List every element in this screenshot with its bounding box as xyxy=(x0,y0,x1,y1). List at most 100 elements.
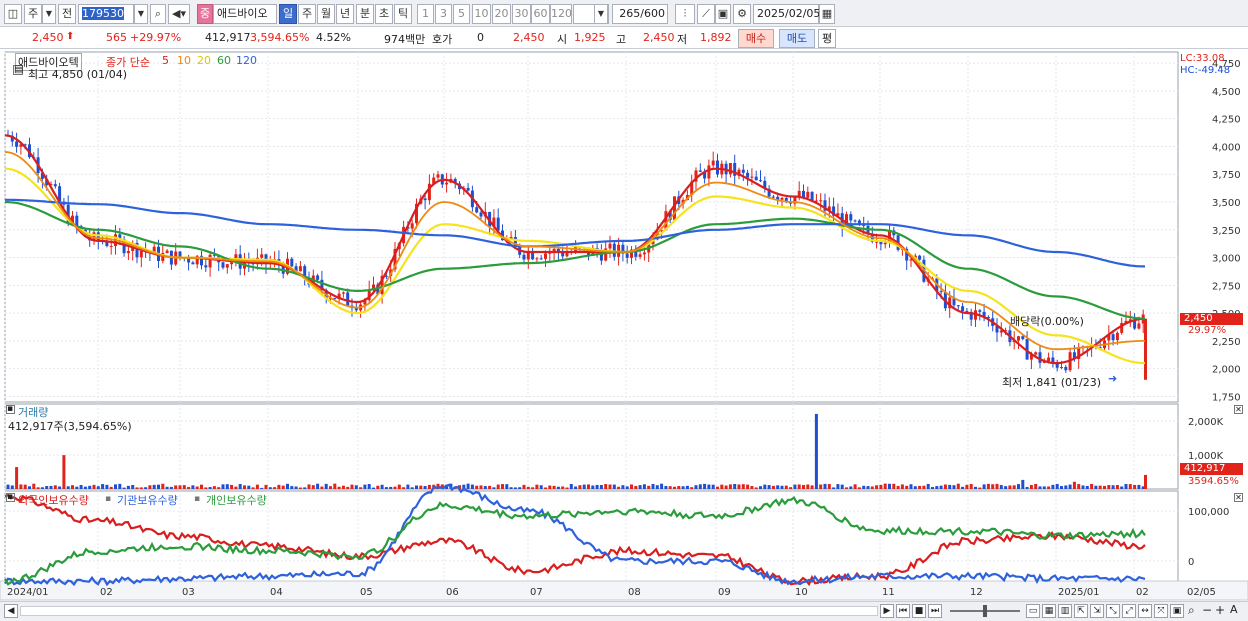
low-label: 저 xyxy=(677,33,688,46)
line-tool-icon[interactable]: ⟋ xyxy=(697,4,715,24)
ma-10-label: 10 xyxy=(177,54,191,67)
holdings-panel-icon[interactable]: ▪ xyxy=(6,493,15,502)
tool-icon-1[interactable]: ▭ xyxy=(1026,604,1040,618)
font-icon[interactable]: A xyxy=(1230,603,1238,616)
amount-value: 974백만 xyxy=(384,33,426,46)
chevron-down-icon[interactable]: ▼ xyxy=(42,4,56,24)
interval-20[interactable]: 20 xyxy=(492,4,511,24)
volume-bar xyxy=(905,485,909,489)
tool-icon-5[interactable]: ⇲ xyxy=(1090,604,1104,618)
date-input[interactable]: 2025/02/05 xyxy=(753,4,820,24)
volume-bar xyxy=(479,485,483,489)
tool-icon-4[interactable]: ⇱ xyxy=(1074,604,1088,618)
candle-body xyxy=(1021,336,1025,340)
holdings-close-icon[interactable]: ✕ xyxy=(1234,493,1243,502)
volume-bar xyxy=(238,484,242,489)
interval-30[interactable]: 30 xyxy=(512,4,531,24)
interval-120[interactable]: 120 xyxy=(550,4,572,24)
buy-button[interactable]: 매수 xyxy=(738,29,774,48)
volume-bar xyxy=(961,486,965,489)
volume-bar xyxy=(599,484,603,489)
period-second[interactable]: 초 xyxy=(375,4,393,24)
forward-icon[interactable]: ⏭ xyxy=(928,604,942,618)
sell-button[interactable]: 매도 xyxy=(779,29,815,48)
volume-panel-icon[interactable]: ▪ xyxy=(6,405,15,414)
volume-bar xyxy=(991,484,995,489)
candle-body xyxy=(939,291,943,293)
period-week[interactable]: 주 xyxy=(298,4,316,24)
candle-body xyxy=(15,141,19,147)
scroll-right-icon[interactable]: ▶ xyxy=(880,604,894,618)
volume-bar xyxy=(673,486,676,489)
candle-body xyxy=(496,217,500,231)
tool-icon-8[interactable]: ↔ xyxy=(1138,604,1152,618)
count-field[interactable]: 265/600 xyxy=(612,4,668,24)
candle-body xyxy=(965,310,969,312)
interval-5[interactable]: 5 xyxy=(453,4,470,24)
range-button[interactable]: 전 xyxy=(58,4,76,24)
interval-1[interactable]: 1 xyxy=(417,4,434,24)
tool-icon-6[interactable]: ⤡ xyxy=(1106,604,1120,618)
volume-bar xyxy=(1128,484,1132,489)
tool-icon-2[interactable]: ▦ xyxy=(1042,604,1056,618)
interval-3[interactable]: 3 xyxy=(435,4,452,24)
speaker-icon[interactable]: ◀▾ xyxy=(168,4,190,24)
volume-bar xyxy=(870,486,874,489)
high-value: 2,450 xyxy=(643,31,675,44)
candle-body xyxy=(221,262,225,268)
rewind-icon[interactable]: ⏮ xyxy=(896,604,910,618)
period-year[interactable]: 년 xyxy=(336,4,354,24)
tool-icon-7[interactable]: ⤢ xyxy=(1122,604,1136,618)
zoom-out-icon[interactable]: − xyxy=(1202,603,1212,617)
interval-10[interactable]: 10 xyxy=(472,4,491,24)
volume-bar xyxy=(15,467,19,489)
volume-bar xyxy=(135,487,139,489)
candle-icon[interactable]: ⫶ xyxy=(675,4,695,24)
period-day[interactable]: 일 xyxy=(279,4,297,24)
code-input[interactable]: 179530 xyxy=(78,4,134,24)
save-icon[interactable]: ▣ xyxy=(715,4,731,24)
window-icon[interactable]: ◫ xyxy=(4,4,22,24)
low-arrow-icon: ➜ xyxy=(1108,372,1118,385)
candle-body xyxy=(346,292,350,306)
volume-value: 412,917 xyxy=(205,31,251,44)
volume-bar xyxy=(789,487,793,489)
zoom-search-icon[interactable]: ⌕ xyxy=(1188,603,1195,618)
stock-name[interactable]: 애드바이오 xyxy=(213,4,277,24)
market-select[interactable]: 주 xyxy=(24,4,42,24)
legend-foreign: 외국인보유수량 xyxy=(18,494,89,507)
bottom-scrollbar[interactable]: ◀ ▶ ⏮ ■ ⏭ ▭ ▦ ▥ ⇱ ⇲ ⤡ ⤢ ↔ ⤧ ▣ ⌕ − + A xyxy=(0,601,1248,621)
tool-icon-9[interactable]: ⤧ xyxy=(1154,604,1168,618)
volume-close-icon[interactable]: ✕ xyxy=(1234,405,1243,414)
panel-menu-icon[interactable]: ▤ xyxy=(13,65,23,75)
zoom-in-icon[interactable]: + xyxy=(1215,603,1225,617)
period-month[interactable]: 월 xyxy=(317,4,335,24)
tool-icon-10[interactable]: ▣ xyxy=(1170,604,1184,618)
eval-button[interactable]: 평 xyxy=(818,29,836,48)
stop-icon[interactable]: ■ xyxy=(912,604,926,618)
calendar-icon[interactable]: ▦ xyxy=(819,4,835,24)
volume-bar xyxy=(888,483,891,489)
candle-body xyxy=(204,265,208,268)
volume-bar xyxy=(578,485,582,489)
search-icon[interactable]: ⌕ xyxy=(150,4,166,24)
ma-60-label: 60 xyxy=(217,54,231,67)
candle-body xyxy=(109,246,113,248)
gear-icon[interactable]: ⚙ xyxy=(733,4,751,24)
volume-bar xyxy=(118,483,122,489)
period-tick[interactable]: 틱 xyxy=(394,4,412,24)
code-dropdown-icon[interactable]: ▼ xyxy=(134,4,148,24)
hc-value: HC:-49.48 xyxy=(1180,65,1231,76)
volume-bar xyxy=(711,484,715,489)
interval-dropdown-icon[interactable]: ▼ xyxy=(594,4,608,24)
volume-bar xyxy=(191,485,195,489)
volume-bar xyxy=(909,484,913,489)
volume-bar xyxy=(62,455,66,489)
period-minute[interactable]: 분 xyxy=(356,4,374,24)
interval-60[interactable]: 60 xyxy=(531,4,550,24)
tool-icon-3[interactable]: ▥ xyxy=(1058,604,1072,618)
zoom-slider-handle[interactable] xyxy=(983,605,987,617)
scroll-left-icon[interactable]: ◀ xyxy=(4,604,18,618)
volume-bar xyxy=(208,487,212,489)
scroll-track[interactable] xyxy=(20,606,878,616)
